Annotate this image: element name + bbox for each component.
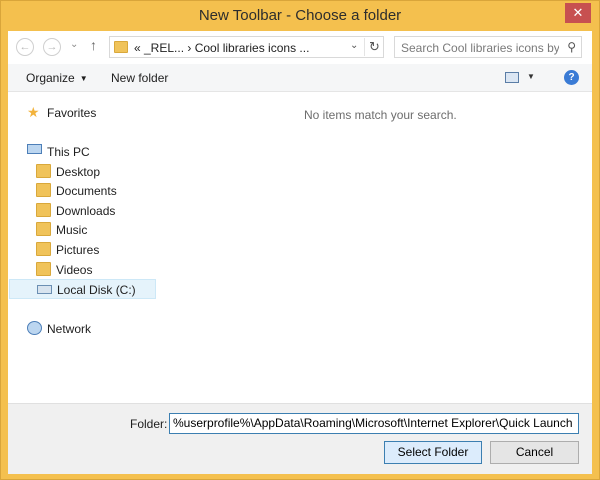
nav-item-label: Documents xyxy=(56,184,117,198)
organize-button[interactable]: Organize ▼ xyxy=(26,71,88,85)
nav-item-documents[interactable]: Documents xyxy=(36,181,146,201)
recent-locations-icon[interactable]: ⌄ xyxy=(70,39,78,50)
nav-item-label: Pictures xyxy=(56,243,100,257)
up-arrow-icon[interactable]: ↑ xyxy=(90,37,97,53)
back-button[interactable]: ← xyxy=(16,38,34,56)
folder-path-input[interactable]: %userprofile%\AppData\Roaming\Microsoft\… xyxy=(169,413,579,434)
folder-icon xyxy=(36,242,51,256)
nav-item-local-disk[interactable]: Local Disk (C:) xyxy=(9,279,156,299)
nav-item-label: Favorites xyxy=(47,106,97,120)
folder-label: Folder: xyxy=(130,417,168,431)
folder-icon xyxy=(36,203,51,217)
address-bar[interactable]: « _REL... › Cool libraries icons ... ⌄ ↻ xyxy=(109,36,384,58)
window-title: New Toolbar - Choose a folder xyxy=(198,7,402,24)
nav-item-label: Local Disk (C:) xyxy=(57,283,136,297)
search-input[interactable]: Search Cool libraries icons by ... ⚲ xyxy=(394,36,582,58)
help-icon[interactable]: ? xyxy=(564,70,579,85)
footer-bar: Folder: %userprofile%\AppData\Roaming\Mi… xyxy=(8,403,592,474)
nav-item-label: Network xyxy=(47,322,92,336)
nav-item-label: Music xyxy=(56,223,88,237)
organize-label: Organize xyxy=(26,71,75,85)
star-icon: ★ xyxy=(27,104,40,120)
empty-results-message: No items match your search. xyxy=(304,108,457,122)
network-icon xyxy=(27,321,42,335)
change-view-icon[interactable] xyxy=(505,72,519,83)
folder-icon xyxy=(36,164,51,178)
title-bar[interactable]: New Toolbar - Choose a folder ✕ xyxy=(1,1,599,31)
search-placeholder: Search Cool libraries icons by ... xyxy=(401,41,559,55)
cancel-button[interactable]: Cancel xyxy=(490,441,579,464)
refresh-icon[interactable]: ↻ xyxy=(364,38,384,56)
dialog-client-area: ← → ⌄ ↑ « _REL... › Cool libraries icons… xyxy=(8,31,592,474)
nav-item-videos[interactable]: Videos xyxy=(36,260,146,280)
folder-icon xyxy=(114,41,128,53)
breadcrumb[interactable]: « _REL... › Cool libraries icons ... xyxy=(134,41,309,55)
dialog-window: New Toolbar - Choose a folder ✕ ← → ⌄ ↑ … xyxy=(0,0,600,480)
navigation-pane: ★ Favorites This PC Desktop Documents Do… xyxy=(8,93,160,403)
new-folder-button[interactable]: New folder xyxy=(111,71,168,85)
folder-icon xyxy=(36,262,51,276)
chevron-down-icon: ▼ xyxy=(79,74,88,83)
folder-icon xyxy=(36,183,51,197)
folder-icon xyxy=(36,222,51,236)
command-toolbar: Organize ▼ New folder ▼ ? xyxy=(8,64,592,92)
nav-item-desktop[interactable]: Desktop xyxy=(36,162,146,182)
nav-item-music[interactable]: Music xyxy=(36,220,146,240)
forward-button[interactable]: → xyxy=(43,38,61,56)
view-options-chevron-icon[interactable]: ▼ xyxy=(527,72,535,81)
nav-item-downloads[interactable]: Downloads xyxy=(36,201,146,221)
drive-icon xyxy=(37,285,52,294)
address-row: ← → ⌄ ↑ « _REL... › Cool libraries icons… xyxy=(8,31,592,63)
search-icon[interactable]: ⚲ xyxy=(567,40,576,54)
nav-item-pictures[interactable]: Pictures xyxy=(36,240,146,260)
nav-item-label: Videos xyxy=(56,263,93,277)
select-folder-button[interactable]: Select Folder xyxy=(384,441,482,464)
nav-item-label: This PC xyxy=(47,145,90,159)
nav-item-this-pc[interactable]: This PC xyxy=(27,142,147,162)
nav-item-label: Downloads xyxy=(56,204,116,218)
address-dropdown-icon[interactable]: ⌄ xyxy=(350,40,358,51)
nav-item-favorites[interactable]: ★ Favorites xyxy=(27,103,147,123)
close-button[interactable]: ✕ xyxy=(565,3,591,23)
computer-icon xyxy=(27,144,42,154)
nav-item-label: Desktop xyxy=(56,165,101,179)
nav-item-network[interactable]: Network xyxy=(27,319,147,339)
